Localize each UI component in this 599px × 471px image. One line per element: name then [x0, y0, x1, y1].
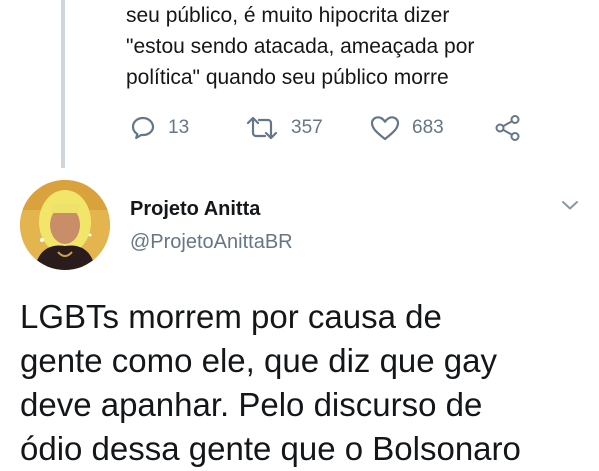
tweet-actions: 13 357 683 — [130, 112, 530, 144]
tweet-menu-button[interactable] — [561, 198, 579, 216]
thread-connector-line — [61, 0, 65, 168]
share-button[interactable] — [494, 112, 522, 144]
tweet-line: gente como ele, que diz que gay — [20, 342, 498, 379]
avatar-photo — [20, 180, 110, 270]
previous-tweet-line: política" quando seu público morre — [126, 66, 449, 89]
previous-tweet-line: seu público, é muito hipocrita dizer — [126, 4, 450, 27]
share-icon — [495, 115, 520, 141]
tweet-line: deve apanhar. Pelo discurso de — [20, 386, 483, 423]
like-icon — [370, 116, 400, 141]
tweet-line: LGBTs morrem por causa de — [20, 298, 442, 335]
user-handle[interactable]: @ProjetoAnittaBR — [130, 231, 293, 254]
tweet-line: ódio dessa gente que o Bolsonaro — [20, 430, 521, 467]
display-name[interactable]: Projeto Anitta — [130, 198, 260, 221]
chevron-down-icon — [562, 201, 578, 210]
retweet-icon — [246, 116, 278, 140]
reply-count: 13 — [168, 117, 190, 138]
like-button[interactable]: 683 — [370, 112, 444, 144]
previous-tweet-text: seu público, é muito hipocrita dizer "es… — [126, 0, 586, 93]
retweet-count: 357 — [291, 117, 323, 138]
retweet-button[interactable]: 357 — [245, 112, 323, 144]
reply-button[interactable]: 13 — [130, 112, 189, 144]
like-count: 683 — [412, 117, 444, 138]
reply-icon — [131, 116, 155, 140]
previous-tweet-line: "estou sendo atacada, ameaçada por — [126, 35, 475, 58]
avatar[interactable] — [20, 180, 110, 270]
